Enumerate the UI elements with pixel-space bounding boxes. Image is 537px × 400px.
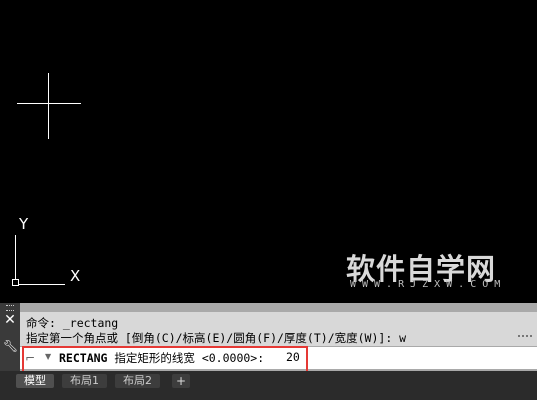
crosshair-horizontal — [17, 103, 81, 104]
watermark-subtitle: WWW.RJZXW.COM — [350, 279, 507, 290]
ucs-x-axis — [15, 284, 65, 285]
command-input-prompt: RECTANG 指定矩形的线宽 <0.0000>: — [59, 350, 264, 366]
tab-model[interactable]: 模型 — [16, 374, 54, 388]
ucs-origin-box — [12, 279, 19, 286]
ucs-y-label: Y — [19, 215, 29, 233]
tab-layout1[interactable]: 布局1 — [62, 374, 107, 388]
wrench-icon[interactable]: 🔧︎ — [3, 339, 18, 353]
resize-grip-icon[interactable] — [518, 335, 532, 343]
close-icon[interactable]: ✕ — [3, 313, 17, 327]
crosshair-vertical — [48, 73, 49, 139]
ucs-x-label: X — [70, 267, 81, 285]
history-line-2: 指定第一个角点或 [倒角(C)/标高(E)/圆角(F)/厚度(T)/宽度(W)]… — [26, 331, 407, 345]
add-layout-button[interactable]: + — [172, 374, 190, 388]
command-prompt-icon[interactable]: ⌐ — [25, 352, 39, 364]
tab-layout2[interactable]: 布局2 — [115, 374, 160, 388]
panel-grip-icon[interactable] — [6, 305, 14, 311]
command-prompt-text: 指定矩形的线宽 <0.0000>: — [114, 351, 265, 365]
chevron-down-icon[interactable]: ▼ — [45, 351, 53, 363]
command-input-value[interactable]: 20 — [286, 350, 300, 364]
ucs-y-axis — [15, 235, 16, 285]
command-name: RECTANG — [59, 351, 108, 365]
history-line-1: 命令: _rectang — [26, 316, 119, 330]
